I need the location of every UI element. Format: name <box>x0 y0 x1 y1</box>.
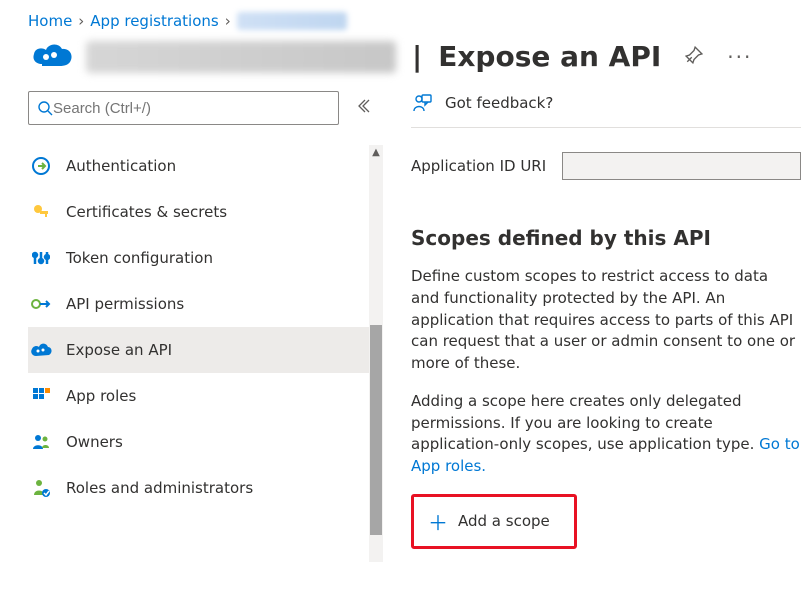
more-icon[interactable]: ··· <box>727 45 752 69</box>
page-header: | Expose an API ··· <box>0 36 801 91</box>
scroll-up-icon[interactable]: ▲ <box>369 145 383 159</box>
plus-icon: ＋ <box>428 507 448 536</box>
app-id-uri-label: Application ID URI <box>411 157 546 175</box>
feedback-label: Got feedback? <box>445 94 553 112</box>
collapse-icon[interactable] <box>351 94 375 122</box>
title-separator: | <box>412 40 422 73</box>
nav-app-roles[interactable]: App roles <box>28 373 375 419</box>
auth-icon <box>30 155 52 177</box>
app-id-uri-input[interactable] <box>562 152 801 180</box>
scrollbar-thumb[interactable] <box>370 325 382 535</box>
cloud-gears-icon <box>28 41 76 73</box>
scopes-description-2: Adding a scope here creates only delegat… <box>411 391 801 478</box>
nav-label: Expose an API <box>66 341 172 359</box>
breadcrumb: Home › App registrations › <box>0 0 801 36</box>
nav-label: Owners <box>66 433 123 451</box>
cloud-gears-icon <box>30 339 52 361</box>
nav-label: Authentication <box>66 157 176 175</box>
nav-expose-api[interactable]: Expose an API <box>28 327 375 373</box>
page-title: Expose an API <box>438 40 661 73</box>
nav-authentication[interactable]: Authentication <box>28 143 375 189</box>
feedback-icon <box>411 93 433 113</box>
feedback-link[interactable]: Got feedback? <box>411 93 801 128</box>
scopes-section-title: Scopes defined by this API <box>411 226 801 250</box>
nav-label: Certificates & secrets <box>66 203 227 221</box>
chevron-right-icon: › <box>225 12 231 30</box>
people-icon <box>30 431 52 453</box>
nav-label: App roles <box>66 387 136 405</box>
key-arrow-icon <box>30 293 52 315</box>
side-nav: Authentication Certificates & secrets To… <box>28 143 375 511</box>
nav-roles-admins[interactable]: Roles and administrators <box>28 465 375 511</box>
app-name-redacted <box>86 41 396 73</box>
pin-icon[interactable] <box>685 46 703 68</box>
nav-token-configuration[interactable]: Token configuration <box>28 235 375 281</box>
add-scope-label: Add a scope <box>458 512 550 530</box>
add-scope-button[interactable]: ＋ Add a scope <box>411 494 577 549</box>
admin-icon <box>30 477 52 499</box>
scopes-description-1: Define custom scopes to restrict access … <box>411 266 801 375</box>
search-icon <box>37 100 53 116</box>
nav-certificates[interactable]: Certificates & secrets <box>28 189 375 235</box>
search-input[interactable] <box>53 100 330 117</box>
breadcrumb-app-registrations[interactable]: App registrations <box>90 12 218 30</box>
breadcrumb-app-name-redacted <box>237 12 347 30</box>
nav-label: Roles and administrators <box>66 479 253 497</box>
nav-owners[interactable]: Owners <box>28 419 375 465</box>
breadcrumb-home[interactable]: Home <box>28 12 72 30</box>
scrollbar[interactable]: ▲ <box>369 145 383 562</box>
chevron-right-icon: › <box>78 12 84 30</box>
key-icon <box>30 201 52 223</box>
sliders-icon <box>30 247 52 269</box>
search-input-wrapper[interactable] <box>28 91 339 125</box>
nav-label: Token configuration <box>66 249 213 267</box>
nav-label: API permissions <box>66 295 184 313</box>
grid-icon <box>30 385 52 407</box>
nav-api-permissions[interactable]: API permissions <box>28 281 375 327</box>
